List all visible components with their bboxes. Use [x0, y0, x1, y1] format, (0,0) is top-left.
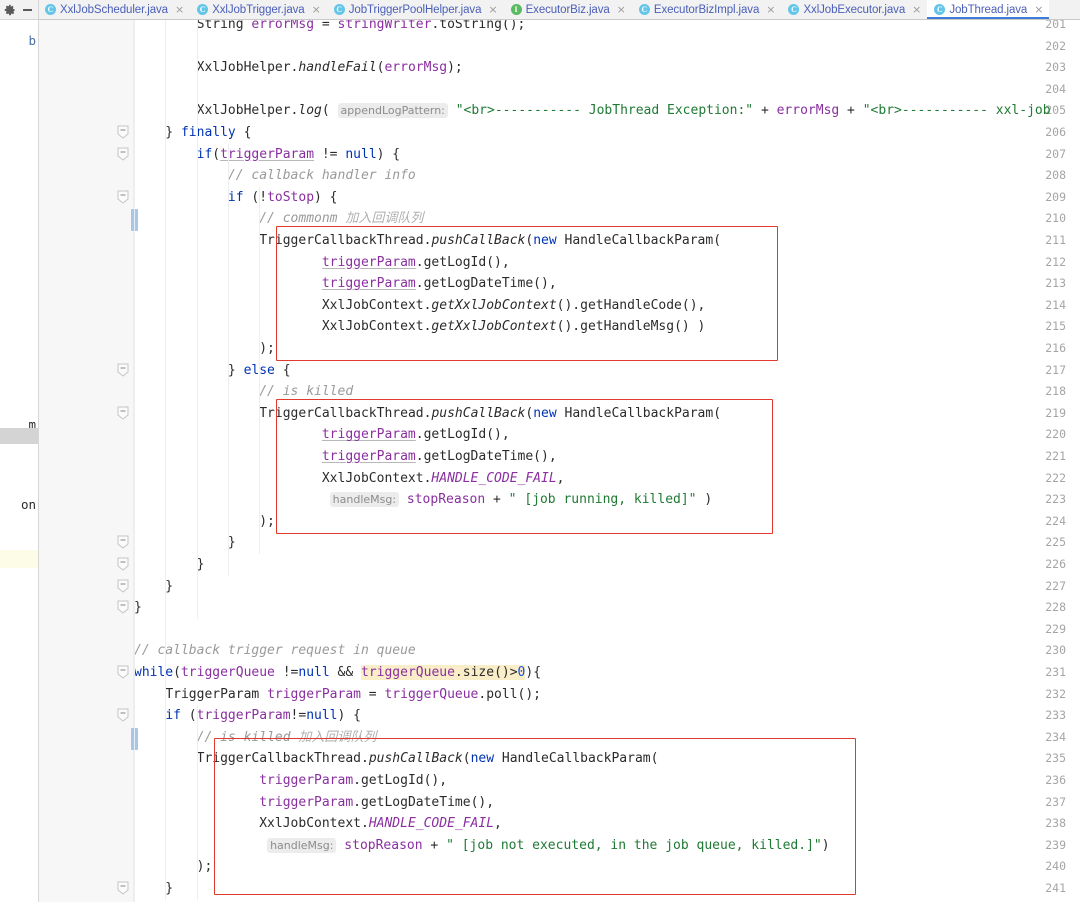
left-panel-selected-row[interactable] [0, 428, 38, 444]
fold-marker-icon[interactable] [117, 125, 129, 139]
code-line: XxlJobContext.getXxlJobContext().getHand… [321, 319, 706, 335]
code-line: TriggerCallbackThread.pushCallBack(new H… [259, 405, 722, 421]
class-icon: C [934, 4, 946, 15]
code-line: String errorMsg = stringWriter.toString(… [196, 19, 526, 32]
class-icon: C [333, 4, 345, 15]
code-line: triggerParam.getLogId(), [321, 427, 510, 443]
fold-marker-icon[interactable] [117, 557, 129, 571]
left-panel-fragment: b [28, 33, 36, 48]
code-line: // commonm 加入回调队列 [259, 211, 424, 227]
code-line: if(triggerParam != null) { [196, 146, 401, 162]
code-line: ); [134, 341, 275, 356]
code-line: } [134, 881, 174, 896]
indent-guide [259, 186, 261, 554]
close-icon[interactable]: × [312, 4, 321, 15]
editor-tab-label: ExecutorBiz.java [525, 3, 610, 16]
editor-tab-xxljobscheduler[interactable]: C XxlJobScheduler.java × [38, 0, 190, 19]
class-icon: C [197, 4, 209, 15]
code-line: XxlJobContext.HANDLE_CODE_FAIL, [321, 470, 565, 486]
class-icon: C [638, 4, 650, 15]
fold-marker-icon[interactable] [117, 600, 129, 614]
left-panel-fragment: on [20, 497, 36, 512]
code-surface[interactable]: String errorMsg = stringWriter.toString(… [134, 19, 1080, 902]
editor-tab-label: XxlJobExecutor.java [803, 3, 906, 16]
left-tool-panel: b m on [0, 0, 39, 902]
code-line: XxlJobContext.HANDLE_CODE_FAIL, [259, 816, 502, 832]
fold-marker-icon[interactable] [117, 708, 129, 722]
code-line: } [134, 600, 142, 616]
editor-tab-bar: C XxlJobScheduler.java × C XxlJobTrigger.jav… [38, 0, 1080, 20]
code-line: ); [134, 513, 275, 529]
editor-tab-label: JobThread.java [949, 3, 1028, 16]
code-line: } [134, 578, 174, 594]
indent-guide [227, 143, 229, 576]
left-panel-highlight-row [0, 550, 38, 568]
fold-marker-icon[interactable] [117, 406, 129, 420]
code-line: } finally { [134, 125, 252, 140]
class-icon: C [788, 4, 800, 15]
fold-marker-icon[interactable] [117, 363, 129, 377]
close-icon[interactable]: × [175, 4, 184, 15]
editor-tab-label: XxlJobTrigger.java [212, 3, 305, 16]
indent-guide [134, 19, 135, 902]
code-line: TriggerParam triggerParam = triggerQueue… [165, 686, 542, 702]
close-icon[interactable]: × [766, 4, 775, 15]
editor-tab-jobthread[interactable]: C JobThread.java × [927, 0, 1050, 19]
code-line: } else { [134, 362, 291, 378]
code-line: // is killed 加入回调队列 [196, 729, 377, 745]
code-line: XxlJobHelper.handleFail(errorMsg); [196, 60, 463, 76]
fold-marker-icon[interactable] [117, 579, 129, 593]
editor-tab-label: ExecutorBizImpl.java [653, 3, 760, 16]
code-line: while(triggerQueue !=null && triggerQueu… [134, 665, 542, 680]
line-number-gutter [38, 19, 114, 902]
code-line: triggerParam.getLogDateTime(), [259, 794, 495, 810]
editor-tab-xxljobexecutor[interactable]: C XxlJobExecutor.java × [781, 0, 927, 19]
close-icon[interactable]: × [488, 4, 497, 15]
indent-guide [165, 662, 167, 900]
code-editor[interactable]: 201 202 203 204 205 206 207 208 209 210 211 212 213 2… [38, 19, 1080, 902]
indent-guide [196, 19, 198, 619]
code-line: triggerParam.getLogId(), [259, 773, 448, 788]
code-line: ); [134, 859, 213, 875]
editor-tab-xxljobtrigger[interactable]: C XxlJobTrigger.java × [190, 0, 327, 19]
code-line: } [134, 557, 205, 572]
left-panel-toolbar [0, 0, 38, 20]
fold-marker-icon[interactable] [117, 665, 129, 679]
code-line: TriggerCallbackThread.pushCallBack(new H… [196, 751, 659, 767]
code-line: handleMsg: stopReason + " [job running, … [134, 489, 712, 511]
editor-tab-jobtriggerpoolhelper[interactable]: C JobTriggerPoolHelper.java × [327, 0, 504, 19]
gear-icon[interactable] [4, 4, 16, 16]
close-icon[interactable]: × [617, 4, 626, 15]
fold-marker-icon[interactable] [117, 881, 129, 895]
code-line: triggerParam.getLogId(), [321, 254, 510, 270]
editor-tab-executorbizimpl[interactable]: C ExecutorBizImpl.java × [632, 0, 782, 19]
close-icon[interactable]: × [1034, 4, 1043, 15]
class-icon: C [45, 4, 56, 15]
close-icon[interactable]: × [912, 4, 921, 15]
ide-window: b m on C XxlJobScheduler.java × C XxlJobTrig… [0, 0, 1080, 902]
editor-tab-label: JobTriggerPoolHelper.java [348, 3, 482, 16]
interface-icon: I [510, 4, 522, 15]
code-line: if (triggerParam!=null) { [165, 708, 361, 724]
code-line: handleMsg: stopReason + " [job not execu… [134, 835, 830, 857]
code-line: // callback trigger request in queue [134, 643, 416, 659]
fold-marker-icon[interactable] [117, 147, 129, 161]
code-line: XxlJobContext.getXxlJobContext().getHand… [321, 297, 706, 313]
code-line: XxlJobHelper.log( appendLogPattern: "<br… [196, 103, 1051, 119]
code-line: TriggerCallbackThread.pushCallBack(new H… [259, 233, 722, 248]
code-line: } [134, 535, 236, 551]
editor-tab-label: XxlJobScheduler.java [60, 3, 168, 16]
code-line: // callback handler info [227, 168, 416, 184]
minimize-icon[interactable] [22, 4, 33, 15]
indent-guide [196, 705, 198, 900]
editor-tab-executorbiz[interactable]: I ExecutorBiz.java × [504, 0, 632, 19]
fold-marker-icon[interactable] [117, 190, 129, 204]
fold-marker-icon[interactable] [117, 535, 129, 550]
code-line: // is killed [259, 384, 354, 400]
